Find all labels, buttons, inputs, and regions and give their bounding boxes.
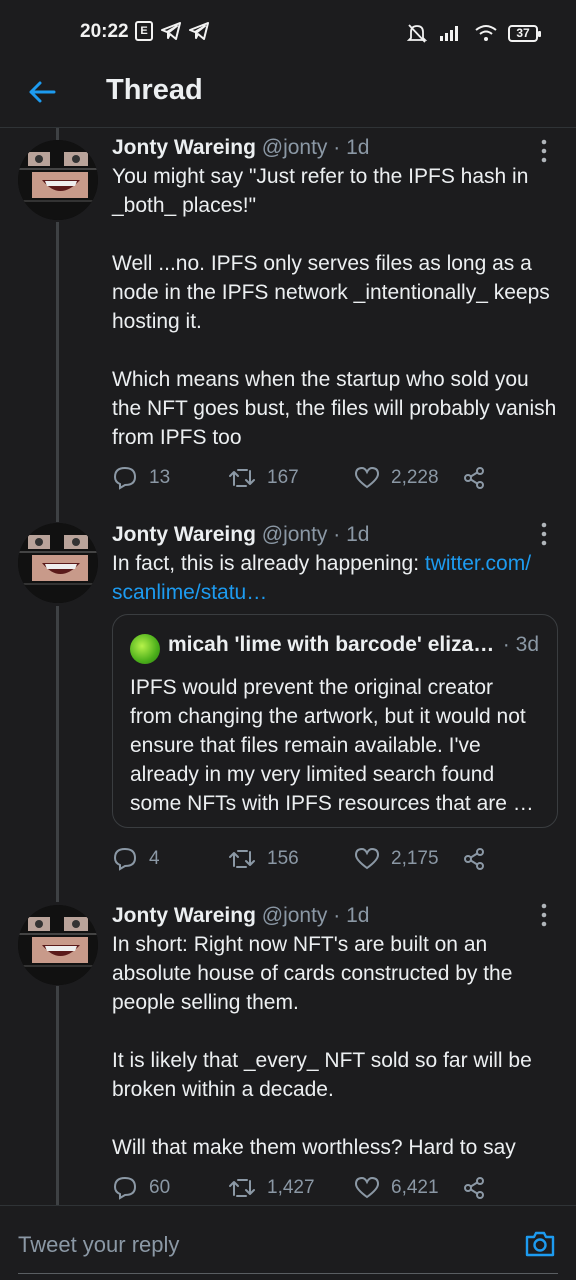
reply-button[interactable]: 60 — [112, 1175, 228, 1201]
bell-muted-icon — [406, 24, 428, 43]
quoted-author-name: micah 'lime with barcode' elizab… — [168, 633, 498, 656]
like-count: 2,175 — [391, 848, 439, 869]
input-underline — [18, 1273, 558, 1274]
status-time: 20:22 — [80, 21, 129, 42]
reply-icon — [113, 1176, 137, 1200]
tweet[interactable]: Jonty Wareing @jonty · 1d In short: Righ… — [0, 898, 576, 1205]
status-system-icons: 37 — [406, 22, 541, 44]
top-app-bar: Thread — [0, 62, 576, 128]
share-icon[interactable] — [462, 466, 486, 490]
heart-icon — [354, 1176, 380, 1199]
retweet-icon — [229, 850, 255, 868]
more-vertical-icon[interactable] — [534, 521, 554, 547]
tweet-actions: 13 167 2,228 — [112, 465, 486, 491]
separator-dot: · — [502, 633, 510, 656]
reply-icon — [113, 466, 137, 490]
wifi-icon — [475, 25, 497, 41]
battery-icon: 37 — [508, 24, 541, 42]
telegram-icon — [189, 22, 209, 40]
tweet-time[interactable]: 1d — [346, 523, 369, 546]
tweet-text-body: In fact, this is already happening: — [112, 552, 425, 575]
tweet[interactable]: Jonty Wareing @jonty · 1d You might say … — [0, 128, 576, 518]
reply-count: 4 — [149, 848, 160, 869]
share-icon[interactable] — [462, 847, 486, 871]
retweet-count: 1,427 — [267, 1177, 315, 1198]
more-vertical-icon[interactable] — [534, 138, 554, 164]
author-handle[interactable]: @jonty — [262, 904, 328, 927]
tweet-header: Jonty Wareing @jonty · 1d — [112, 136, 369, 160]
tweet-time[interactable]: 1d — [346, 904, 369, 927]
reply-count: 13 — [149, 467, 171, 488]
tweet-header: Jonty Wareing @jonty · 1d — [112, 904, 369, 928]
separator-dot: · — [333, 136, 341, 159]
avatar-image — [18, 905, 98, 985]
quoted-header: micah 'lime with barcode' elizab… — [168, 633, 548, 657]
avatar-image — [18, 523, 98, 603]
retweet-icon — [229, 1179, 255, 1197]
author-name[interactable]: Jonty Wareing — [112, 523, 256, 546]
separator-dot: · — [333, 904, 341, 927]
heart-icon — [354, 466, 380, 489]
page-title: Thread — [106, 74, 203, 106]
author-handle[interactable]: @jonty — [262, 136, 328, 159]
quoted-text: IPFS would prevent the original creator … — [130, 676, 534, 815]
retweet-button[interactable]: 1,427 — [228, 1177, 354, 1199]
tweet-time[interactable]: 1d — [346, 136, 369, 159]
reply-input[interactable]: Tweet your reply — [18, 1232, 179, 1258]
tweet-actions: 60 1,427 6,421 — [112, 1175, 486, 1201]
reply-count: 60 — [149, 1177, 171, 1198]
tweet-text: You might say "Just refer to the IPFS ha… — [112, 165, 557, 449]
like-button[interactable]: 2,175 — [354, 847, 462, 871]
quoted-time: · 3d — [503, 633, 539, 657]
reply-button[interactable]: 4 — [112, 846, 228, 872]
reply-composer: Tweet your reply — [0, 1205, 576, 1280]
tweet[interactable]: Jonty Wareing @jonty · 1d In fact, this … — [0, 518, 576, 898]
quoted-time-value: 3d — [515, 633, 539, 656]
telegram-icon — [161, 22, 181, 40]
more-vertical-icon[interactable] — [534, 902, 554, 928]
author-name[interactable]: Jonty Wareing — [112, 136, 256, 159]
retweet-button[interactable]: 156 — [228, 848, 354, 870]
like-count: 6,421 — [391, 1177, 439, 1198]
status-bar: 20:22 E 37 — [0, 0, 576, 62]
tweet-actions: 4 156 2,175 — [112, 846, 486, 872]
quoted-tweet[interactable]: micah 'lime with barcode' elizab… · 3d I… — [112, 614, 558, 828]
reply-button[interactable]: 13 — [112, 465, 228, 491]
author-handle[interactable]: @jonty — [262, 523, 328, 546]
avatar[interactable] — [18, 140, 98, 220]
arrow-left-icon[interactable] — [24, 74, 60, 110]
like-count: 2,228 — [391, 467, 439, 488]
signal-icon — [440, 26, 458, 41]
like-button[interactable]: 6,421 — [354, 1176, 462, 1200]
share-icon[interactable] — [462, 1176, 486, 1200]
like-button[interactable]: 2,228 — [354, 466, 462, 490]
retweet-count: 167 — [267, 467, 299, 488]
author-name[interactable]: Jonty Wareing — [112, 904, 256, 927]
camera-icon[interactable] — [524, 1228, 556, 1260]
separator-dot: · — [333, 523, 341, 546]
avatar-image — [18, 140, 98, 220]
tweet-header: Jonty Wareing @jonty · 1d — [112, 523, 369, 547]
retweet-button[interactable]: 167 — [228, 467, 354, 489]
status-notification-icons: E — [135, 21, 209, 41]
heart-icon — [354, 847, 380, 870]
notification-box-icon: E — [135, 21, 153, 41]
reply-icon — [113, 847, 137, 871]
avatar[interactable] — [18, 523, 98, 603]
retweet-icon — [229, 469, 255, 487]
tweet-text: In fact, this is already happening: twit… — [112, 549, 557, 607]
tweet-text: In short: Right now NFT's are built on a… — [112, 933, 532, 1159]
avatar[interactable] — [18, 905, 98, 985]
quoted-avatar — [130, 634, 160, 664]
retweet-count: 156 — [267, 848, 299, 869]
